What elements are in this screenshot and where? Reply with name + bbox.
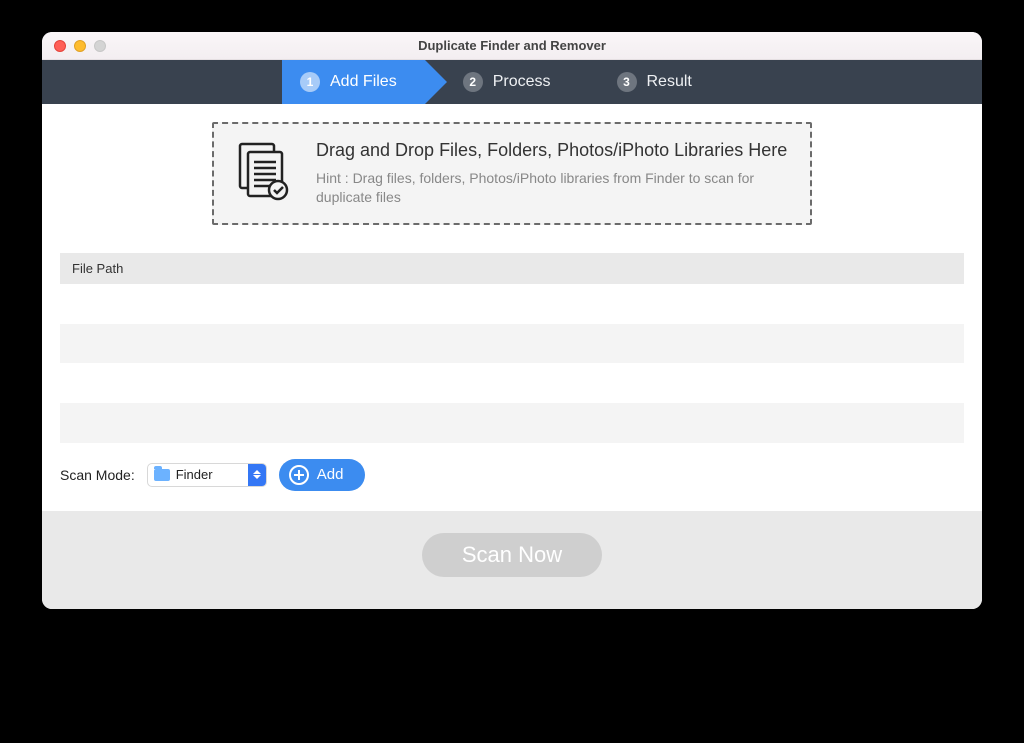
step-result[interactable]: 3 Result bbox=[579, 60, 720, 104]
app-window: Duplicate Finder and Remover 1 Add Files… bbox=[42, 32, 982, 609]
footer: Scan Now bbox=[42, 511, 982, 609]
controls-row: Scan Mode: Finder Add bbox=[60, 443, 964, 511]
table-row[interactable] bbox=[60, 324, 964, 364]
drop-zone-hint: Hint : Drag files, folders, Photos/iPhot… bbox=[316, 169, 790, 207]
folder-icon bbox=[154, 469, 170, 481]
file-table: File Path bbox=[60, 253, 964, 443]
step-number: 2 bbox=[463, 72, 483, 92]
step-add-files[interactable]: 1 Add Files bbox=[282, 60, 425, 104]
scan-mode-select[interactable]: Finder bbox=[147, 463, 267, 487]
table-row[interactable] bbox=[60, 403, 964, 443]
drop-zone-heading: Drag and Drop Files, Folders, Photos/iPh… bbox=[316, 140, 790, 161]
step-bar: 1 Add Files 2 Process 3 Result bbox=[42, 60, 982, 104]
table-row[interactable] bbox=[60, 284, 964, 324]
add-button[interactable]: Add bbox=[279, 459, 366, 491]
scan-now-button[interactable]: Scan Now bbox=[422, 533, 602, 577]
window-title: Duplicate Finder and Remover bbox=[42, 38, 982, 53]
step-number: 1 bbox=[300, 72, 320, 92]
document-check-icon bbox=[234, 140, 296, 207]
add-button-label: Add bbox=[317, 466, 344, 483]
drop-zone[interactable]: Drag and Drop Files, Folders, Photos/iPh… bbox=[212, 122, 812, 225]
zoom-icon[interactable] bbox=[94, 40, 106, 52]
step-number: 3 bbox=[617, 72, 637, 92]
minimize-icon[interactable] bbox=[74, 40, 86, 52]
table-row[interactable] bbox=[60, 363, 964, 403]
step-label: Process bbox=[493, 73, 551, 91]
titlebar: Duplicate Finder and Remover bbox=[42, 32, 982, 60]
content-area: Drag and Drop Files, Folders, Photos/iPh… bbox=[42, 104, 982, 511]
step-label: Add Files bbox=[330, 73, 397, 91]
chevron-updown-icon bbox=[248, 464, 266, 486]
step-label: Result bbox=[647, 73, 692, 91]
scan-mode-label: Scan Mode: bbox=[60, 467, 135, 483]
table-header: File Path bbox=[60, 253, 964, 284]
scan-mode-value: Finder bbox=[176, 467, 248, 482]
traffic-lights bbox=[42, 40, 106, 52]
plus-circle-icon bbox=[289, 465, 309, 485]
drop-zone-text: Drag and Drop Files, Folders, Photos/iPh… bbox=[316, 140, 790, 207]
step-process[interactable]: 2 Process bbox=[425, 60, 579, 104]
close-icon[interactable] bbox=[54, 40, 66, 52]
